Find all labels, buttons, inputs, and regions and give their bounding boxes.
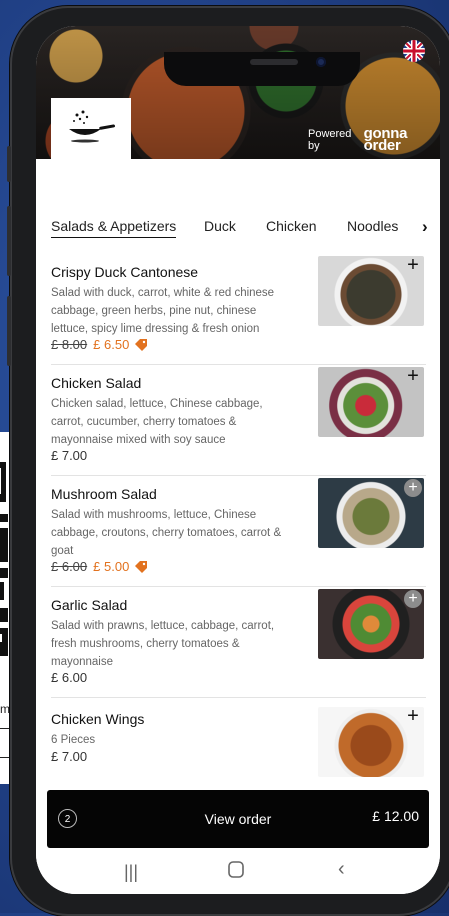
- discount-price: £ 6.50: [93, 337, 130, 352]
- gonna-order-logo: gonna order: [363, 125, 408, 154]
- add-icon[interactable]: +: [404, 367, 422, 386]
- item-description: Salad with mushrooms, lettuce, Chinese c…: [51, 509, 282, 557]
- old-price: £ 8.00: [51, 337, 88, 352]
- wok-logo-icon: [69, 110, 116, 143]
- app-screen: Powered by gonna order Salads & Appetize…: [36, 26, 440, 894]
- item-price-row: £ 8.00 £ 6.50: [51, 337, 148, 352]
- item-image[interactable]: +: [318, 478, 424, 548]
- item-name: Chicken Salad: [51, 375, 142, 391]
- item-name: Mushroom Salad: [51, 486, 157, 502]
- item-price-row: £ 6.00: [51, 670, 87, 685]
- item-image[interactable]: +: [318, 256, 424, 326]
- qr-code-icon: [0, 462, 8, 656]
- powered-by-label: Powered by: [308, 128, 352, 152]
- order-total: £ 12.00: [372, 808, 419, 824]
- tab-salads-appetizers[interactable]: Salads & Appetizers: [51, 218, 177, 238]
- chevron-right-icon[interactable]: ›: [422, 217, 428, 237]
- recents-icon[interactable]: |||: [124, 862, 138, 883]
- item-description: Chicken salad, lettuce, Chinese cabbage,…: [51, 398, 263, 446]
- item-name: Crispy Duck Cantonese: [51, 264, 199, 280]
- powered-by: Powered by gonna order: [308, 125, 440, 154]
- add-icon[interactable]: +: [404, 256, 422, 275]
- item-price-row: £ 7.00: [51, 448, 87, 463]
- discount-price: £ 5.00: [93, 559, 130, 574]
- item-description: Salad with prawns, lettuce, cabbage, car…: [51, 620, 275, 668]
- add-icon[interactable]: +: [404, 479, 422, 497]
- old-price: £ 6.00: [51, 559, 88, 574]
- restaurant-logo: [51, 98, 131, 160]
- add-icon[interactable]: +: [404, 707, 422, 726]
- camera-notch: [164, 52, 360, 86]
- add-icon[interactable]: +: [404, 590, 422, 608]
- back-icon[interactable]: ‹: [338, 858, 345, 881]
- item-price-row: £ 6.00 £ 5.00: [51, 559, 148, 574]
- item-name: Chicken Wings: [51, 711, 145, 727]
- item-image[interactable]: +: [318, 589, 424, 659]
- item-image[interactable]: +: [318, 367, 424, 437]
- item-price: £ 7.00: [51, 749, 88, 764]
- item-description: 6 Pieces: [51, 734, 96, 746]
- uk-flag-icon[interactable]: [403, 40, 425, 62]
- android-navbar: ||| ‹: [36, 854, 440, 894]
- item-price: £ 6.00: [51, 670, 88, 685]
- qr-url-fragment: m: [0, 702, 10, 716]
- tab-noodles[interactable]: Noodles: [347, 218, 398, 234]
- tab-chicken[interactable]: Chicken: [266, 218, 317, 234]
- view-order-button[interactable]: 2 View order £ 12.00: [47, 790, 429, 848]
- item-price-row: £ 7.00: [51, 749, 87, 764]
- home-icon[interactable]: [228, 861, 244, 884]
- price-tag-icon: [135, 338, 148, 351]
- item-name: Garlic Salad: [51, 597, 128, 613]
- category-tabs: Salads & Appetizers Duck Chicken Noodles…: [36, 217, 440, 242]
- item-image[interactable]: +: [318, 707, 424, 777]
- item-price: £ 7.00: [51, 448, 88, 463]
- item-description: Salad with duck, carrot, white & red chi…: [51, 287, 275, 335]
- price-tag-icon: [135, 560, 148, 573]
- tab-duck[interactable]: Duck: [204, 218, 236, 234]
